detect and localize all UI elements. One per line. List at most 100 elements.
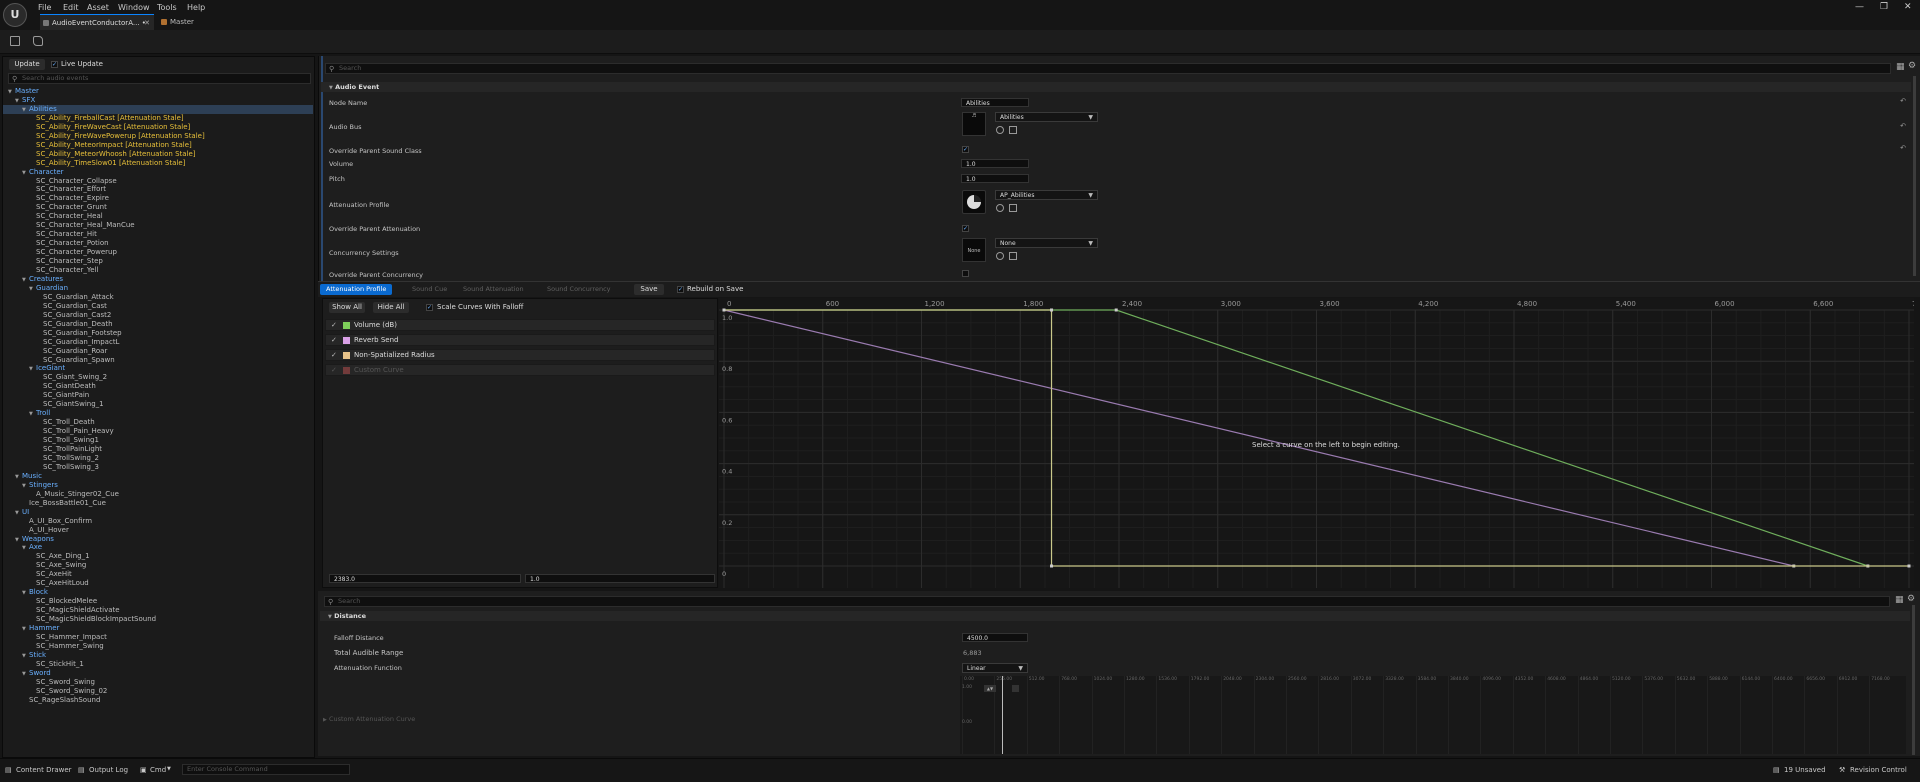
tree-item[interactable]: SC_Troll_Pain_Heavy — [3, 427, 114, 436]
custom-attenuation-label[interactable]: ▶ Custom Attenuation Curve — [323, 715, 415, 723]
tree-item[interactable]: A_UI_Hover — [3, 526, 69, 535]
menu-tools[interactable]: Tools — [157, 3, 177, 12]
revision-control-icon[interactable]: ⚒ — [1839, 766, 1845, 774]
tree-item[interactable]: SC_TrollSwing_3 — [3, 463, 99, 472]
rebuild-on-save-checkbox[interactable]: ✓ — [677, 286, 684, 293]
mini-graph-key[interactable] — [1012, 685, 1019, 692]
menu-help[interactable]: Help — [187, 3, 205, 12]
override-sound-class-checkbox[interactable]: ✓ — [962, 146, 969, 153]
tree-item[interactable]: SC_AxeHitLoud — [3, 579, 89, 588]
use-selected-icon[interactable] — [996, 126, 1004, 134]
scale-curves-checkbox[interactable]: ✓ — [426, 304, 433, 311]
curve-graph[interactable]: 0 600 1,200 1,800 2,400 3,000 3,600 4,200 4,800 5… — [719, 298, 1914, 588]
tree-item[interactable]: ▼ SFX — [3, 96, 35, 105]
tree-item[interactable]: ▼ Sword — [3, 669, 51, 678]
browse-asset-icon[interactable] — [1009, 204, 1017, 212]
key-value-field[interactable]: 1.0 — [525, 574, 715, 583]
tree-item[interactable]: SC_Guardian_Cast2 — [3, 311, 111, 320]
minimize-icon[interactable]: — — [1855, 2, 1864, 12]
tree-item[interactable]: ▼ Guardian — [3, 284, 68, 293]
tree-item[interactable]: SC_Ability_TimeSlow01 [Attenuation Stale… — [3, 159, 185, 168]
menu-asset[interactable]: Asset — [87, 3, 109, 12]
curve-row[interactable]: ✓ Reverb Send — [325, 334, 715, 346]
tree-item[interactable]: SC_RageSlashSound — [3, 696, 100, 705]
curve-visible-checkbox[interactable]: ✓ — [331, 320, 337, 331]
tree-item[interactable]: SC_Guardian_Roar — [3, 347, 107, 356]
tree-item[interactable]: SC_Character_Heal — [3, 212, 103, 221]
tree-item[interactable]: SC_BlockedMelee — [3, 597, 97, 606]
tree-item[interactable]: SC_Character_Yell — [3, 266, 98, 275]
tree-item[interactable]: SC_Character_Expire — [3, 194, 109, 203]
curve-visible-checkbox[interactable]: ✓ — [331, 350, 337, 361]
audio-search-input[interactable]: ⚲ Search audio events — [8, 73, 311, 84]
tree-item[interactable]: SC_Character_Powerup — [3, 248, 117, 257]
grid-view-icon[interactable]: ▦ — [1896, 62, 1905, 72]
tab-sound-cue[interactable]: Sound Cue — [406, 284, 453, 295]
maximize-icon[interactable]: ❐ — [1880, 2, 1888, 12]
chevron-down-icon[interactable]: ▼ — [167, 766, 171, 772]
unreal-logo-icon[interactable]: U — [3, 3, 27, 27]
tab-audio-event-conductor[interactable]: AudioEventConductorA... • ✕ — [40, 14, 154, 30]
hide-all-button[interactable]: Hide All — [373, 302, 409, 313]
mini-graph-cursor[interactable] — [1002, 676, 1003, 754]
section-audio-event[interactable]: ▼ Audio Event — [321, 82, 1911, 92]
tree-item[interactable]: SC_Ability_FireWaveCast [Attenuation Sta… — [3, 123, 190, 132]
tree-item[interactable]: ▼ Stingers — [3, 481, 58, 490]
live-update-checkbox[interactable]: ✓ — [51, 61, 58, 68]
tree-item[interactable]: SC_TrollPainLight — [3, 445, 102, 454]
tree-item[interactable]: SC_Character_Potion — [3, 239, 109, 248]
unsaved-count[interactable]: 19 Unsaved — [1784, 766, 1826, 774]
falloff-distance-field[interactable]: 4500.0 — [962, 633, 1028, 642]
tree-item[interactable]: ▼ UI — [3, 508, 29, 517]
tree-item[interactable]: SC_Axe_Ding_1 — [3, 552, 90, 561]
curve-row[interactable]: ✓ Custom Curve — [325, 364, 715, 376]
tree-item[interactable]: SC_Character_Collapse — [3, 177, 117, 186]
tree-item[interactable]: SC_Character_Heal_ManCue — [3, 221, 135, 230]
tree-item[interactable]: ▼ Master — [3, 87, 39, 96]
custom-curve-mini-graph[interactable]: 0.00 256.00 512.00 768.00 1024.00 1280.00 1536… — [960, 676, 1906, 754]
section-distance[interactable]: ▼ Distance — [320, 611, 1910, 621]
tree-item[interactable]: ▼ Block — [3, 588, 48, 597]
cmd-dropdown[interactable]: Cmd — [150, 766, 166, 774]
tab-master[interactable]: Master — [158, 14, 218, 30]
tree-item[interactable]: SC_Character_Effort — [3, 185, 106, 194]
reset-icon[interactable]: ↶ — [1900, 144, 1906, 152]
tree-item[interactable]: SC_Ability_MeteorImpact [Attenuation Sta… — [3, 141, 192, 150]
reset-icon[interactable]: ↶ — [1900, 97, 1906, 105]
reset-icon[interactable]: ↶ — [1900, 122, 1906, 130]
lower-scrollbar[interactable] — [1912, 605, 1915, 755]
tab-close-icon[interactable]: ✕ — [144, 15, 150, 31]
tree-item[interactable]: SC_Sword_Swing_02 — [3, 687, 107, 696]
volume-field[interactable]: 1.0 — [961, 159, 1029, 168]
tree-item[interactable]: SC_Guardian_Attack — [3, 293, 114, 302]
details-scrollbar[interactable] — [1913, 76, 1916, 276]
tree-item[interactable]: SC_Character_Hit — [3, 230, 97, 239]
tree-item[interactable]: SC_Sword_Swing — [3, 678, 95, 687]
content-drawer-button[interactable]: Content Drawer — [16, 766, 72, 774]
tree-item[interactable]: SC_Guardian_Cast — [3, 302, 107, 311]
tab-sound-attenuation[interactable]: Sound Attenuation — [457, 284, 530, 295]
tree-item[interactable]: SC_Guardian_Footstep — [3, 329, 122, 338]
tree-item[interactable]: SC_TrollSwing_2 — [3, 454, 99, 463]
tree-item[interactable]: ▼ Hammer — [3, 624, 59, 633]
pitch-field[interactable]: 1.0 — [961, 174, 1029, 183]
tree-item[interactable]: SC_Guardian_Death — [3, 320, 113, 329]
save-button[interactable]: Save — [634, 284, 664, 295]
close-icon[interactable]: ✕ — [1904, 2, 1912, 12]
menu-file[interactable]: File — [38, 3, 51, 12]
update-button[interactable]: Update — [9, 59, 45, 70]
tree-item[interactable]: SC_MagicShieldActivate — [3, 606, 120, 615]
tab-sound-concurrency[interactable]: Sound Concurrency — [541, 284, 617, 295]
tree-item[interactable]: SC_Ability_MeteorWhoosh [Attenuation Sta… — [3, 150, 196, 159]
node-name-field[interactable]: Abilities — [961, 98, 1029, 107]
tree-item[interactable]: SC_Character_Step — [3, 257, 103, 266]
lower-search-input[interactable]: ⚲ Search — [324, 596, 1890, 607]
key-time-field[interactable]: 2383.0 — [329, 574, 521, 583]
tree-item[interactable]: SC_Guardian_ImpactL — [3, 338, 119, 347]
tree-item[interactable]: SC_Hammer_Impact — [3, 633, 107, 642]
tree-item[interactable]: ▼ Music — [3, 472, 42, 481]
tree-item[interactable]: SC_GiantDeath — [3, 382, 96, 391]
settings-icon[interactable]: ⚙ — [1908, 61, 1916, 71]
tree-item[interactable]: ▼ Character — [3, 168, 64, 177]
grid-view-icon[interactable]: ▦ — [1895, 595, 1904, 605]
